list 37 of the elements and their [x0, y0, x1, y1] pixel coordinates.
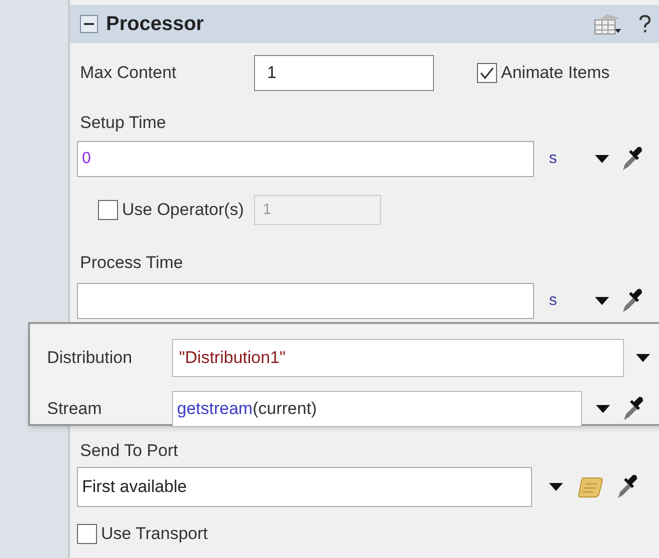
field-label: Max Content: [80, 62, 178, 84]
checkbox-label: Use Transport: [101, 523, 208, 546]
checkbox[interactable]: [98, 200, 118, 220]
max-content-field[interactable]: 1: [254, 55, 434, 91]
eyedropper-icon[interactable]: [621, 146, 643, 172]
dropdown-caret-icon[interactable]: [549, 482, 563, 492]
unit-label: s: [549, 149, 557, 169]
distribution-field[interactable]: "Distribution1": [172, 339, 624, 377]
field-label: Process Time: [80, 253, 183, 273]
checkbox[interactable]: [77, 524, 97, 544]
operator-count-field: 1: [254, 195, 381, 225]
dropdown-caret-icon[interactable]: [636, 354, 650, 362]
panel-title: Processor: [106, 12, 204, 37]
help-icon[interactable]: [639, 15, 651, 33]
field-label: Send To Port: [80, 441, 178, 461]
field-label: Setup Time: [80, 113, 166, 133]
process-time-field[interactable]: [77, 283, 534, 319]
dropdown-caret-icon[interactable]: [595, 296, 609, 306]
checkbox-label: Use Operator(s): [122, 199, 244, 222]
function-arguments: (current): [252, 398, 317, 420]
field-label: Stream: [47, 398, 103, 420]
stream-field[interactable]: getstream(current): [172, 391, 582, 427]
send-to-port-field[interactable]: First available: [77, 467, 532, 507]
checkbox[interactable]: [477, 63, 497, 83]
scroll-icon[interactable]: [578, 475, 604, 499]
checkbox-label: Animate Items: [501, 62, 610, 84]
collapse-icon[interactable]: [80, 15, 98, 33]
setup-time-field[interactable]: 0: [77, 141, 534, 177]
unit-label: s: [549, 291, 557, 311]
eyedropper-icon[interactable]: [616, 474, 638, 500]
eyedropper-icon[interactable]: [622, 396, 644, 422]
dropdown-caret-icon[interactable]: [595, 154, 609, 164]
eyedropper-icon[interactable]: [621, 288, 643, 314]
table-icon[interactable]: [593, 12, 623, 36]
field-label: Distribution: [47, 347, 134, 370]
dropdown-caret-icon[interactable]: [596, 404, 610, 414]
function-name: getstream: [177, 398, 253, 420]
